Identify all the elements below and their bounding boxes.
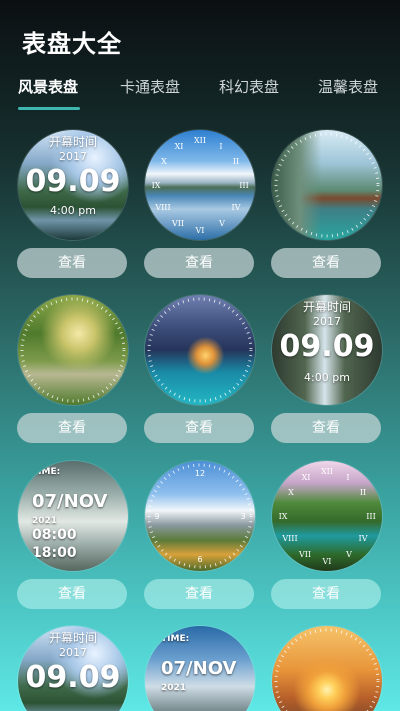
roman-dial-icon: XIIIII IIIIVV VIVIIVIII IXXXI (152, 136, 249, 235)
svg-text:I: I (219, 142, 222, 151)
watch-face-preview[interactable] (145, 295, 255, 405)
svg-text:12: 12 (195, 469, 205, 478)
svg-text:I: I (346, 473, 349, 482)
face-time: 4:00 pm (50, 204, 96, 217)
watch-face-preview[interactable]: 开幕时间 2017 09.09 (18, 626, 128, 711)
svg-text:III: III (239, 181, 248, 190)
watch-face-preview[interactable]: 12 3 6 9 (145, 461, 255, 571)
svg-text:IV: IV (359, 534, 368, 543)
svg-text:IX: IX (279, 512, 288, 521)
view-button[interactable]: 查看 (271, 248, 381, 278)
dial-numbers-icon: 12 3 6 9 (147, 463, 253, 569)
svg-text:VIII: VIII (281, 534, 297, 543)
svg-text:II: II (233, 157, 239, 166)
face-caption: 开幕时间 (48, 631, 97, 645)
svg-text:IV: IV (232, 203, 241, 212)
svg-text:II: II (360, 488, 366, 497)
svg-text:V: V (218, 219, 225, 228)
watch-face-preview[interactable] (272, 130, 382, 240)
view-button[interactable]: 查看 (17, 248, 127, 278)
svg-text:XI: XI (175, 142, 184, 151)
dial-ticks-icon (20, 297, 126, 403)
svg-text:6: 6 (197, 555, 202, 564)
face-date: 09.09 (279, 329, 375, 364)
face-time-2: 18:00 (32, 545, 77, 561)
svg-text:XI: XI (302, 473, 311, 482)
svg-text:V: V (345, 550, 352, 559)
watch-face-preview[interactable] (272, 626, 382, 711)
svg-text:X: X (161, 157, 167, 166)
svg-text:IX: IX (152, 181, 161, 190)
view-button[interactable]: 查看 (271, 413, 381, 443)
watch-face-preview[interactable]: 开幕时间 2017 09.09 4:00 pm (272, 295, 382, 405)
face-date: 09.09 (25, 164, 121, 199)
dial-ticks-icon (274, 628, 380, 711)
view-button[interactable]: 查看 (144, 579, 254, 609)
roman-dial-icon: XIIIII IIIIVV VIVIIVIII IXXXI (279, 467, 376, 566)
svg-text:XII: XII (321, 467, 333, 476)
dial-ticks-icon (274, 132, 380, 238)
watch-face-grid: 开幕时间 2017 09.09 4:00 pm 查看 XII I II III IV V… (0, 0, 400, 711)
face-date: 07/NOV (161, 658, 237, 679)
svg-text:VII: VII (298, 550, 311, 559)
face-date: 09.09 (25, 660, 121, 695)
svg-text:XII: XII (194, 136, 206, 145)
face-time-label: TIME: (161, 634, 190, 644)
watch-face-preview[interactable]: 开幕时间 2017 09.09 4:00 pm (18, 130, 128, 240)
svg-text:III: III (366, 512, 375, 521)
watch-face-preview[interactable] (18, 295, 128, 405)
face-time-1: 08:00 (32, 527, 77, 543)
watch-face-preview[interactable]: XII I II III IV V VI VII VIII IX X XI (145, 130, 255, 240)
view-button[interactable]: 查看 (271, 579, 381, 609)
face-year: 2021 (32, 516, 58, 526)
svg-text:9: 9 (154, 512, 159, 521)
face-date: 07/NOV (32, 491, 108, 512)
svg-text:3: 3 (240, 512, 245, 521)
svg-text:VIII: VIII (154, 203, 170, 212)
face-time-label: TIME: (32, 467, 61, 477)
face-year: 2017 (59, 150, 87, 163)
svg-text:X: X (288, 488, 294, 497)
view-button[interactable]: 查看 (17, 413, 127, 443)
face-caption: 开幕时间 (48, 135, 97, 149)
face-year: 2017 (59, 646, 87, 659)
svg-text:VII: VII (171, 219, 184, 228)
watch-face-preview[interactable]: TIME: 07/NOV 2021 (145, 626, 255, 711)
watch-face-preview[interactable]: TIME: 07/NOV 2021 08:00 18:00 (18, 461, 128, 571)
svg-text:VI: VI (322, 557, 332, 566)
svg-text:VI: VI (195, 226, 205, 235)
view-button[interactable]: 查看 (17, 579, 127, 609)
face-caption: 开幕时间 (302, 300, 351, 314)
face-year: 2021 (161, 683, 187, 693)
face-year: 2017 (313, 315, 341, 328)
dial-ticks-icon (147, 297, 253, 403)
view-button[interactable]: 查看 (144, 413, 254, 443)
view-button[interactable]: 查看 (144, 248, 254, 278)
face-time: 4:00 pm (304, 371, 350, 384)
watch-face-preview[interactable]: XII I II III IV V VI VII VIII IX X XI (272, 461, 382, 571)
